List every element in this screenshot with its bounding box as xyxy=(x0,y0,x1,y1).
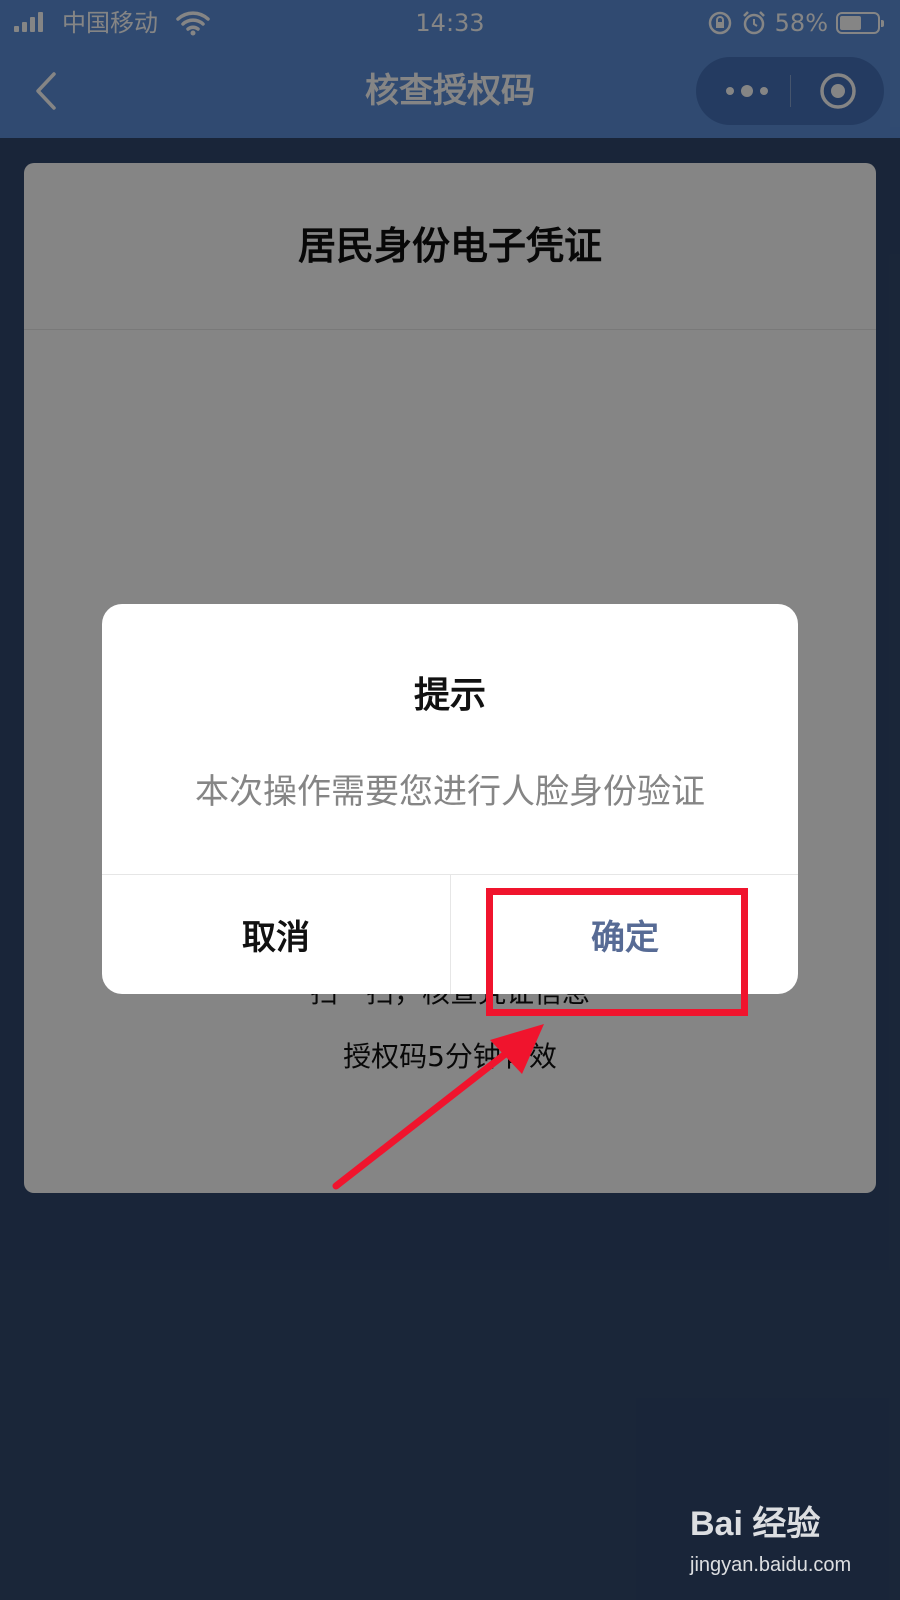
dialog-title: 提示 xyxy=(413,675,486,716)
cancel-button[interactable]: 取消 xyxy=(102,875,450,994)
dialog-message: 本次操作需要您进行人脸身份验证 xyxy=(195,772,705,812)
baidu-jingyan-watermark: Bai 经验 jingyan.baidu.com xyxy=(690,1502,890,1586)
watermark-url: jingyan.baidu.com xyxy=(690,1554,852,1576)
annotation-arrow-icon xyxy=(332,1024,544,1190)
watermark-logo: Bai 经验 xyxy=(690,1505,821,1543)
annotation-highlight-box xyxy=(486,888,748,1016)
